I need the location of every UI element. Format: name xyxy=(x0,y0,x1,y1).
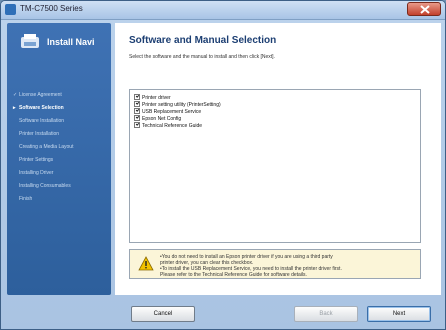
back-button[interactable]: Back xyxy=(294,306,358,322)
sidebar-brand: Install Navi xyxy=(47,37,95,47)
software-item-usb-replacement-service[interactable]: USB Replacement Service xyxy=(134,108,201,115)
step-software-selection: Software Selection xyxy=(13,102,109,115)
step-printer-installation: Printer Installation xyxy=(19,131,60,137)
software-item-printer-driver[interactable]: Printer driver xyxy=(134,94,171,101)
sidebar: Install Navi License Agreement Software … xyxy=(7,23,111,295)
step-software-installation: Software Installation xyxy=(19,118,65,124)
step-installing-consumables: Installing Consumables xyxy=(19,183,71,189)
checkbox[interactable] xyxy=(134,108,140,114)
cancel-button[interactable]: Cancel xyxy=(131,306,195,322)
step-creating-media-layout: Creating a Media Layout xyxy=(19,144,74,150)
title-bar[interactable]: TM-C7500 Series xyxy=(1,1,445,20)
software-item-epson-net-config[interactable]: Epson Net Config xyxy=(134,115,181,122)
step-license-agreement: License Agreement xyxy=(13,89,109,102)
software-item-technical-reference-guide[interactable]: Technical Reference Guide xyxy=(134,122,202,129)
page-instructions: Select the software and the manual to in… xyxy=(129,54,275,60)
notice-line: Please refer to the Technical Reference … xyxy=(160,272,307,278)
step-list: License Agreement Software Selection Sof… xyxy=(13,89,109,206)
software-list: Printer driver Printer setting utility (… xyxy=(129,89,421,243)
checkbox[interactable] xyxy=(134,115,140,121)
page-title: Software and Manual Selection xyxy=(129,35,277,46)
checkbox[interactable] xyxy=(134,122,140,128)
step-installing-driver: Installing Driver xyxy=(19,170,54,176)
warning-icon xyxy=(138,256,154,271)
checkbox[interactable] xyxy=(134,94,140,100)
step-printer-settings: Printer Settings xyxy=(19,157,54,163)
software-item-printer-setting-utility[interactable]: Printer setting utility (PrinterSetting) xyxy=(134,101,221,108)
installer-window: TM-C7500 Series Install Navi License Agr… xyxy=(0,0,446,330)
step-finish: Finish xyxy=(19,196,33,202)
next-button[interactable]: Next xyxy=(367,306,431,322)
window-title: TM-C7500 Series xyxy=(20,4,83,13)
app-icon xyxy=(5,4,16,15)
close-button[interactable] xyxy=(407,2,441,16)
notice-panel: •You do not need to install an Epson pri… xyxy=(129,249,421,279)
checkbox[interactable] xyxy=(134,101,140,107)
main-panel: Software and Manual Selection Select the… xyxy=(115,23,441,295)
close-icon xyxy=(420,5,430,14)
install-navi-icon xyxy=(21,34,39,48)
